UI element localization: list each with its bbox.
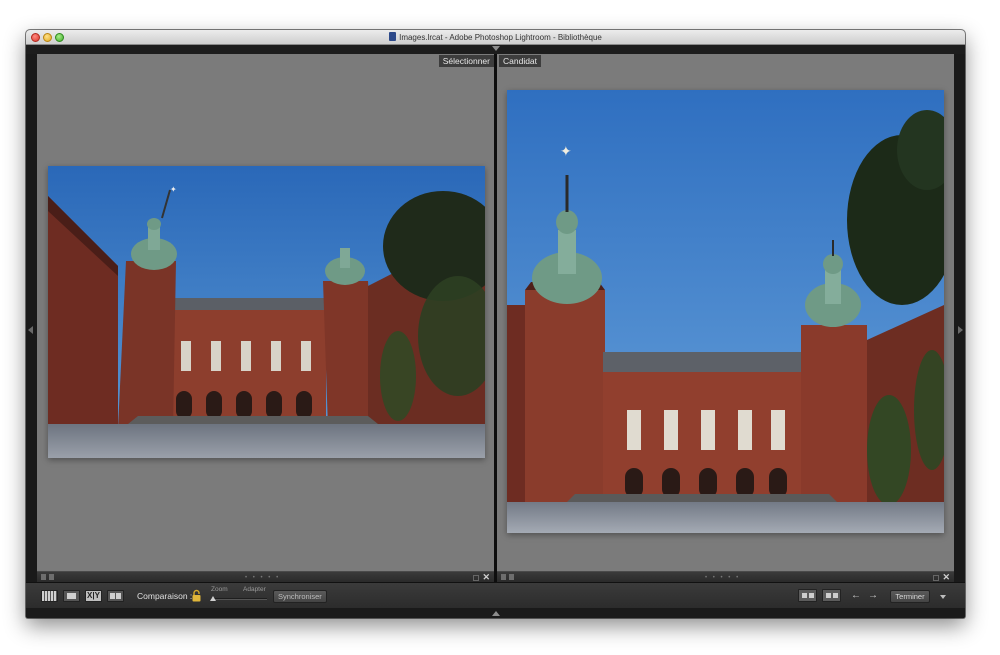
reject-flag-icon[interactable] [49, 574, 54, 580]
select-pane-footer: • • • • • ✕ [37, 571, 494, 582]
color-label-icon[interactable] [473, 575, 479, 581]
zoom-slider-track[interactable] [211, 598, 267, 600]
expand-filmstrip-icon[interactable] [492, 611, 500, 616]
select-photo[interactable]: ✦ [48, 166, 485, 458]
compare-view-icon[interactable]: X|Y [85, 590, 102, 602]
make-select-icon[interactable] [822, 589, 841, 602]
top-panel-toggle-strip[interactable] [26, 45, 965, 54]
fit-label[interactable]: Adapter [243, 586, 266, 593]
zoom-label: Zoom [211, 586, 228, 593]
loupe-view-icon[interactable] [63, 590, 80, 602]
survey-view-icon[interactable] [107, 590, 124, 602]
candidate-photo[interactable]: ✦ [507, 90, 944, 533]
candidate-label: Candidat [499, 55, 542, 67]
toolbar: X|Y Comparaison : Zoom Adapter Synchroni… [26, 582, 965, 608]
svg-text:✦: ✦ [170, 185, 177, 194]
zoom-window-button[interactable] [55, 33, 64, 42]
minimize-window-button[interactable] [43, 33, 52, 42]
toolbar-menu-icon[interactable] [940, 595, 946, 599]
flag-icon[interactable] [41, 574, 46, 580]
city-hall-image-right: ✦ [507, 90, 944, 533]
zoom-slider-thumb[interactable] [210, 596, 216, 601]
rating-dots[interactable]: • • • • • [705, 575, 740, 581]
window-title: Images.lrcat - Adobe Photoshop Lightroom… [399, 33, 602, 42]
comparison-label: Comparaison : [137, 591, 193, 601]
sync-button[interactable]: Synchroniser [273, 590, 327, 603]
svg-text:✦: ✦ [560, 144, 572, 160]
select-label: Sélectionner [438, 55, 494, 67]
left-panel-toggle-icon[interactable] [28, 326, 33, 334]
flag-icon[interactable] [501, 574, 506, 580]
candidate-pane[interactable]: Candidat ✦ [497, 54, 954, 571]
grid-view-icon[interactable] [41, 590, 58, 602]
lock-icon[interactable] [192, 589, 201, 602]
color-label-icon[interactable] [933, 575, 939, 581]
city-hall-image-left: ✦ [48, 166, 485, 458]
reject-flag-icon[interactable] [509, 574, 514, 580]
candidate-pane-footer: • • • • • ✕ [497, 571, 954, 582]
next-arrow-icon[interactable]: → [868, 590, 878, 601]
swap-icon[interactable] [798, 589, 817, 602]
title-bar: Images.lrcat - Adobe Photoshop Lightroom… [26, 30, 965, 45]
right-panel-toggle-icon[interactable] [958, 326, 963, 334]
lightroom-window: Images.lrcat - Adobe Photoshop Lightroom… [26, 30, 965, 618]
document-icon [389, 32, 397, 41]
collapse-top-panel-icon[interactable] [492, 46, 500, 51]
previous-arrow-icon[interactable]: ← [851, 590, 861, 601]
done-button[interactable]: Terminer [890, 590, 930, 603]
select-pane[interactable]: Sélectionner ✦ [37, 54, 494, 571]
rating-dots[interactable]: • • • • • [245, 575, 280, 581]
close-window-button[interactable] [31, 33, 40, 42]
bottom-panel-toggle-strip[interactable] [26, 608, 965, 618]
